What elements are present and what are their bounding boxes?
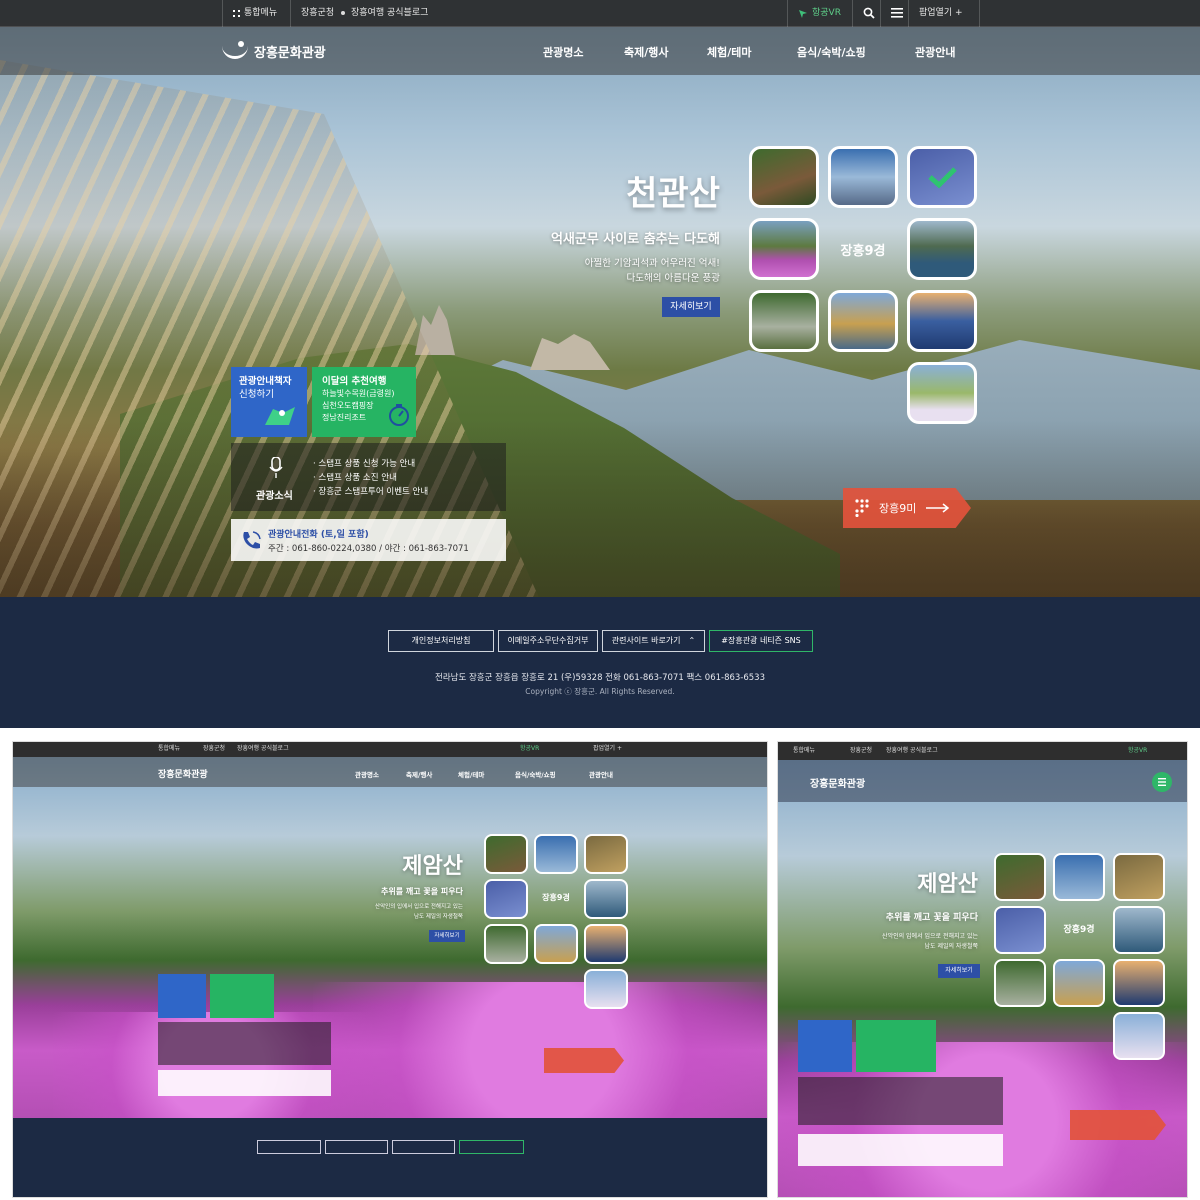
news-item[interactable]: · 스탬프 상품 신청 가능 안내 [313,457,428,471]
phone-numbers: 주간 : 061-860-0224,0380 / 야간 : 061-863-70… [268,544,469,554]
nav-menu-experiences[interactable]: 체험/테마 [707,44,752,60]
compass-icon [389,404,409,426]
site-footer: 개인정보처리방침 이메일주소무단수집거부 관련사이트 바로가기 ⌃ #장흥관광 … [0,597,1200,728]
news-item[interactable]: · 장흥군 스탬프투어 이벤트 안내 [313,485,428,499]
all-menu-link[interactable]: 통합메뉴 [222,0,287,27]
blog-link[interactable]: 장흥여행 공식블로그 [341,0,438,27]
global-navigation: 장흥문화관광 관광명소 축제/행사 체험/테마 음식/숙박/쇼핑 관광안내 [0,27,1200,75]
grid-icon [233,10,240,17]
nine-scenes-label: 장흥9경 [840,244,886,259]
nav-menu-festivals[interactable]: 축제/행사 [624,44,669,60]
detail-button[interactable]: 자세히보기 [662,297,720,317]
monthly-recommendation-card[interactable]: 이달의 추천여행 하늘빛수목원(금령원) 심천오도캠핑장 정남진리조트 [312,367,416,437]
mobile-top-bar: 통합메뉴 장흥군청 장흥여행 공식블로그 항공VR [778,742,1187,760]
hamburger-icon [891,8,903,18]
thumb-scenic-2[interactable] [828,146,898,208]
hero-title: 천관산 [626,174,720,214]
nav-menu-food-stay[interactable]: 음식/숙박/쇼핑 [797,44,866,60]
tablet-footer [13,1118,767,1197]
dots-grid-icon [855,499,869,517]
top-utility-bar: 통합메뉴 장흥군청 장흥여행 공식블로그 항공VR 팝업열기 + [0,0,1200,27]
desktop-view: 통합메뉴 장흥군청 장흥여행 공식블로그 항공VR 팝업열기 + 장흥문화관광 … [0,0,1200,728]
map-icon [265,407,295,425]
tourism-phone-panel: 관광안내전화 (토,일 포함) 주간 : 061-860-0224,0380 /… [231,519,506,561]
thumb-scenic-6[interactable] [749,290,819,352]
tablet-top-bar: 통합메뉴 장흥군청 장흥여행 공식블로그 항공VR 팝업열기 + [13,742,767,757]
news-label: 관광소식 [256,491,293,502]
tourism-news-panel: 관광소식 · 스탬프 상품 신청 가능 안내 · 스탬프 상품 소진 안내 · … [231,443,506,511]
tablet-hero-title: 제암산 [402,854,463,879]
thumb-scenic-3-selected[interactable] [907,146,977,208]
mobile-menu-button[interactable] [1152,772,1172,792]
guide-book-card[interactable]: 관광안내책자 신청하기 [231,367,307,437]
thumb-scenic-5[interactable] [907,218,977,280]
hero-description-2: 다도해의 아름다운 풍광 [626,273,720,284]
vr-link[interactable]: 항공VR [787,0,852,27]
logo-icon [222,41,248,61]
hero-subtitle: 억새군무 사이로 춤추는 다도해 [550,232,720,247]
thumb-scenic-9[interactable] [907,362,977,424]
microphone-icon [269,457,283,478]
nav-menu-info[interactable]: 관광안내 [915,44,955,60]
search-icon [863,7,875,19]
footer-copyright: Copyright ⓒ 장흥군. All Rights Reserved. [525,687,675,696]
phone-icon [243,531,261,549]
thumb-scenic-8[interactable] [907,290,977,352]
privacy-policy-link[interactable]: 개인정보처리방침 [388,630,494,652]
tablet-view: 통합메뉴 장흥군청 장흥여행 공식블로그 항공VR 팝업열기 + 장흥문화관광 … [12,741,768,1198]
hero-image [0,0,1200,597]
hero-description-1: 아찔한 기암괴석과 어우러진 억새! [584,258,720,269]
tablet-navigation: 장흥문화관광 관광명소 축제/행사 체험/테마 음식/숙박/쇼핑 관광안내 [13,757,767,787]
related-sites-dropdown[interactable]: 관련사이트 바로가기 ⌃ [602,630,705,652]
email-refusal-link[interactable]: 이메일주소무단수집거부 [498,630,598,652]
arrow-cursor-icon [799,9,807,18]
site-logo[interactable]: 장흥문화관광 [222,41,326,61]
menu-button[interactable] [880,0,908,27]
county-link[interactable]: 장흥군청 [290,0,344,27]
chevron-up-icon: ⌃ [688,636,696,645]
sns-link[interactable]: #장흥관광 네티즌 SNS [709,630,813,652]
nav-menu-attractions[interactable]: 관광명소 [543,44,583,60]
thumb-scenic-7[interactable] [828,290,898,352]
tablet-hero-image [13,742,767,1122]
hamburger-icon [1158,778,1166,786]
popup-toggle[interactable]: 팝업열기 + [908,0,980,27]
thumb-scenic-4[interactable] [749,218,819,280]
news-item[interactable]: · 스탬프 상품 소진 안내 [313,471,428,485]
thumb-scenic-1[interactable] [749,146,819,208]
checkmark-icon [928,167,957,189]
footer-address: 전라남도 장흥군 장흥읍 장흥로 21 (우)59328 전화 061-863-… [435,673,765,683]
mobile-view: 통합메뉴 장흥군청 장흥여행 공식블로그 항공VR 장흥문화관광 제암산 추위를… [777,741,1188,1198]
search-button[interactable] [852,0,880,27]
nine-tastes-button[interactable]: 장흥9미 [843,488,971,528]
arrow-right-icon [926,503,950,513]
mobile-navigation: 장흥문화관광 [778,760,1187,802]
phone-title: 관광안내전화 (토,일 포함) [268,530,369,540]
